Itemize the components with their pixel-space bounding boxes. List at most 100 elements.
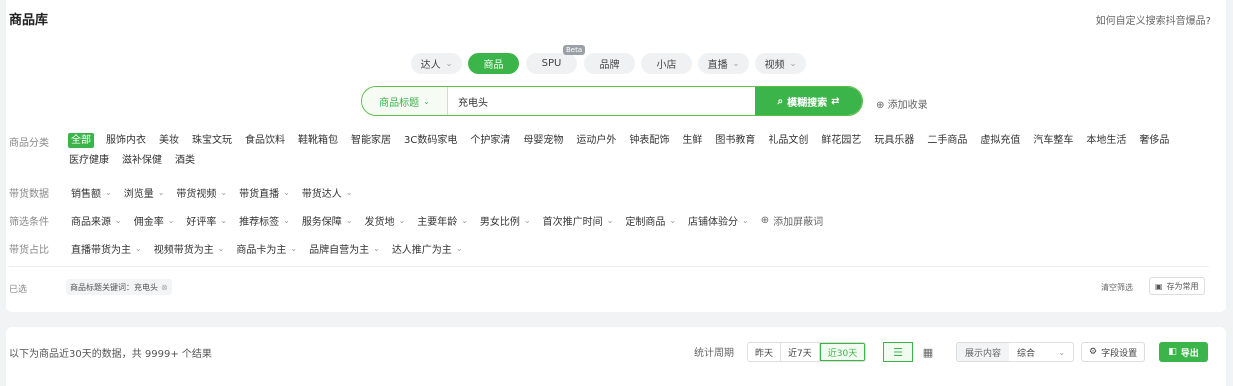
category-item[interactable]: 运动户外 (575, 133, 617, 148)
display-content-select[interactable]: 展示内容 综合 ⌄ (956, 342, 1075, 362)
category-item[interactable]: 母婴宠物 (522, 133, 564, 148)
filter-conditions-label: 筛选条件 (9, 217, 49, 228)
chevron-down-icon: ⌄ (167, 216, 175, 225)
chevron-down-icon: ⌄ (217, 244, 225, 253)
category-item[interactable]: 鞋靴箱包 (297, 133, 339, 148)
chevron-down-icon: ⌄ (742, 216, 749, 225)
filter-sales-creators[interactable]: 带货达人 ⌄ (302, 185, 353, 200)
category-item[interactable]: 玩具乐器 (873, 133, 915, 148)
search-field-select[interactable]: 商品标题 ⌄ (362, 87, 448, 115)
category-item[interactable]: 滋补保健 (121, 153, 163, 168)
chevron-down-icon: ⌄ (220, 216, 228, 225)
grid-view-icon[interactable]: ▦ (913, 342, 943, 362)
category-item[interactable]: 二手商品 (926, 133, 968, 148)
filter-condition-1[interactable]: 佣金率 ⌄ (134, 213, 175, 228)
tab-live[interactable]: 直播 ⌄ (698, 53, 749, 74)
chevron-down-icon: ⌄ (1058, 347, 1066, 357)
export-button[interactable]: ◧ 导出 (1159, 342, 1208, 362)
filter-condition-9[interactable]: 定制商品 ⌄ (625, 213, 676, 228)
category-item[interactable]: 钟表配饰 (628, 133, 670, 148)
chevron-down-icon: ⌄ (523, 216, 531, 225)
result-summary: 以下为商品近30天的数据，共 9999+ 个结果 (9, 349, 212, 360)
filter-condition-5[interactable]: 发货地 ⌄ (365, 213, 406, 228)
filter-conditions: 商品来源 ⌄ 佣金率 ⌄ 好评率 ⌄ 推荐标签 ⌄ 服务保障 ⌄ 发货地 ⌄ 主要年龄 ⌄ 男女比例 ⌄ 首次推… (71, 213, 823, 228)
selected-chip: 商品标题关键词：充电头 ⊗ (66, 279, 172, 295)
field-settings-button[interactable]: ⚙ 字段设置 (1081, 342, 1146, 362)
filter-condition-7[interactable]: 男女比例 ⌄ (480, 213, 531, 228)
category-item[interactable]: 本地生活 (1085, 133, 1127, 148)
category-item[interactable]: 生鲜 (681, 133, 703, 148)
category-item[interactable]: 医疗健康 (68, 153, 110, 168)
search-bar: 商品标题 ⌄ 充电头 ⌕ 模糊搜索 ⇄ (361, 86, 863, 116)
filter-condition-0[interactable]: 商品来源 ⌄ (71, 213, 122, 228)
category-item[interactable]: 虚拟充值 (979, 133, 1021, 148)
view-toggle: ☰ ▦ (883, 342, 943, 362)
category-item[interactable]: 奢侈品 (1138, 133, 1170, 148)
chevron-down-icon: ⌄ (283, 188, 290, 197)
period-7days[interactable]: 近7天 (781, 343, 820, 361)
search-input[interactable]: 充电头 (448, 94, 755, 109)
category-list: 全部 服饰内衣 美妆 珠宝文玩 食品饮料 鞋靴箱包 智能家居 3C数码家电 个护家清 母婴宠物 运动… (68, 133, 1198, 168)
save-as-common-button[interactable]: ▣ 存为常用 (1149, 277, 1205, 295)
list-view-icon[interactable]: ☰ (883, 342, 913, 362)
chevron-down-icon: ⌄ (398, 216, 406, 225)
category-item[interactable]: 智能家居 (350, 133, 392, 148)
filter-sales-amount[interactable]: 销售额 ⌄ (71, 185, 112, 200)
category-item[interactable]: 3C数码家电 (403, 133, 458, 148)
category-item[interactable]: 珠宝文玩 (191, 133, 233, 148)
sales-ratio-filter-0[interactable]: 直播带货为主 ⌄ (71, 241, 142, 256)
chevron-down-icon: ⌄ (789, 59, 797, 68)
tab-shop[interactable]: 小店 (641, 53, 692, 74)
filter-condition-3[interactable]: 推荐标签 ⌄ (239, 213, 290, 228)
filter-condition-10[interactable]: 店铺体验分 ⌄ (688, 213, 749, 228)
help-link[interactable]: 如何自定义搜索抖音爆品? (1096, 12, 1211, 27)
category-item[interactable]: 图书教育 (714, 133, 756, 148)
chevron-down-icon: ⌄ (283, 216, 290, 225)
period-30days[interactable]: 近30天 (819, 343, 866, 361)
chevron-down-icon: ⌄ (423, 96, 430, 106)
category-item[interactable]: 酒类 (174, 153, 196, 168)
close-icon[interactable]: ⊗ (161, 283, 168, 292)
plus-circle-icon: ⊕ (760, 215, 770, 226)
period-yesterday[interactable]: 昨天 (748, 343, 782, 361)
fuzzy-search-button[interactable]: ⌕ 模糊搜索 ⇄ (755, 87, 862, 115)
save-icon: ▣ (1155, 281, 1163, 291)
tab-creator[interactable]: 达人 ⌄ (411, 53, 462, 74)
filter-condition-8[interactable]: 首次推广时间 ⌄ (543, 213, 614, 228)
period-selector: 昨天 近7天 近30天 (747, 342, 867, 362)
chevron-down-icon: ⌄ (461, 216, 468, 225)
divider (9, 266, 1209, 267)
category-item[interactable]: 全部 (68, 133, 94, 148)
add-block-word-button[interactable]: ⊕ 添加屏蔽词 (761, 213, 823, 228)
sales-ratio-label: 带货占比 (9, 245, 49, 256)
tab-video[interactable]: 视频 ⌄ (755, 53, 806, 74)
chevron-down-icon: ⌄ (606, 216, 614, 225)
tab-product[interactable]: 商品 (468, 53, 519, 74)
sales-ratio-filter-1[interactable]: 视频带货为主 ⌄ (154, 241, 225, 256)
chevron-down-icon: ⌄ (135, 244, 142, 253)
add-collection-link[interactable]: ⊕ 添加收录 (876, 96, 928, 111)
category-item[interactable]: 美妆 (158, 133, 180, 148)
sales-ratio-filter-4[interactable]: 达人推广为主 ⌄ (392, 241, 463, 256)
sales-ratio-filter-3[interactable]: 品牌自营为主 ⌄ (309, 241, 380, 256)
filter-condition-2[interactable]: 好评率 ⌄ (186, 213, 227, 228)
sales-data-filters: 销售额 ⌄ 浏览量 ⌄ 带货视频 ⌄ 带货直播 ⌄ 带货达人 ⌄ (71, 185, 353, 200)
clear-filters-button[interactable]: 清空筛选 (1101, 282, 1133, 293)
tab-brand[interactable]: 品牌 (584, 53, 635, 74)
filter-views[interactable]: 浏览量 ⌄ (124, 185, 165, 200)
beta-badge: Beta (563, 45, 586, 55)
category-item[interactable]: 礼品文创 (767, 133, 809, 148)
category-item[interactable]: 个护家清 (469, 133, 511, 148)
tab-spu[interactable]: SPU (526, 53, 577, 74)
category-item[interactable]: 食品饮料 (244, 133, 286, 148)
filter-condition-4[interactable]: 服务保障 ⌄ (302, 213, 353, 228)
filter-condition-6[interactable]: 主要年龄 ⌄ (417, 213, 468, 228)
category-item[interactable]: 鲜花园艺 (820, 133, 862, 148)
search-icon: ⌕ (777, 95, 784, 107)
filter-sales-live[interactable]: 带货直播 ⌄ (239, 185, 290, 200)
category-item[interactable]: 服饰内衣 (105, 133, 147, 148)
chevron-down-icon: ⌄ (290, 244, 298, 253)
sales-ratio-filter-2[interactable]: 商品卡为主 ⌄ (236, 241, 297, 256)
category-item[interactable]: 汽车整车 (1032, 133, 1074, 148)
filter-sales-videos[interactable]: 带货视频 ⌄ (176, 185, 227, 200)
